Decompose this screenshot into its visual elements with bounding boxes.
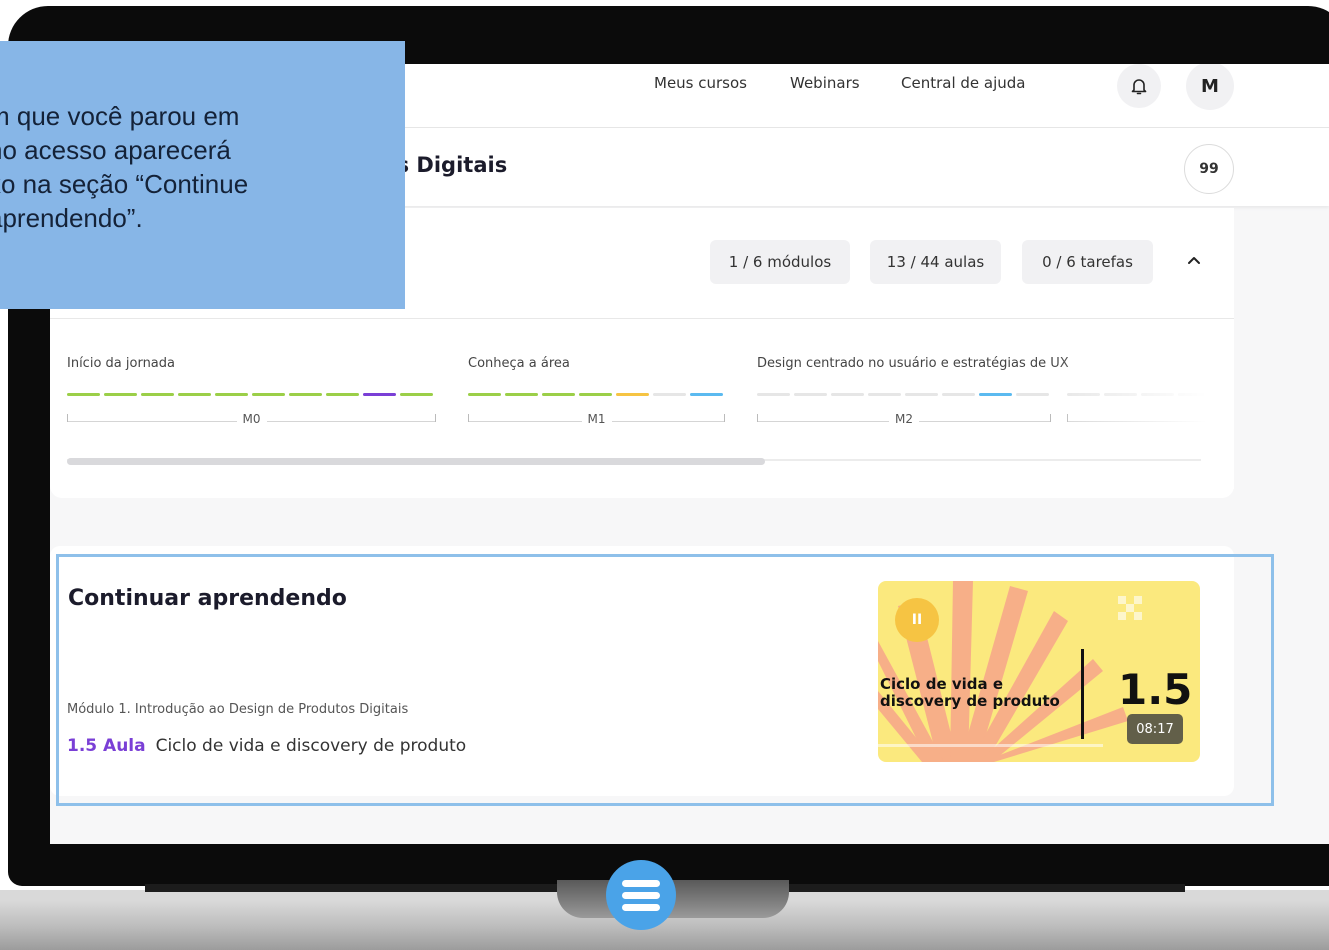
lesson-segment (616, 393, 649, 396)
module-bracket-m0: M0 (67, 412, 436, 426)
lesson-segment (757, 393, 790, 396)
lesson-segment (363, 393, 396, 396)
menu-icon-bar-1 (622, 879, 660, 887)
module-bracket-m2: M2 (757, 412, 1051, 426)
lesson-segment (794, 393, 827, 396)
lesson-segment (252, 393, 285, 396)
lesson-segment (141, 393, 174, 396)
nav-link-webinars[interactable]: Webinars (790, 74, 860, 92)
lesson-segment (868, 393, 901, 396)
lesson-segment (104, 393, 137, 396)
module-label-m0: Início da jornada (67, 356, 175, 371)
lessons-stat: 13 / 44 aulas (870, 240, 1001, 284)
menu-icon-bar-2 (622, 891, 660, 899)
lesson-segment (215, 393, 248, 396)
nav-link-central-de-ajuda[interactable]: Central de ajuda (901, 74, 1025, 92)
avatar-initial: M (1201, 75, 1219, 97)
lesson-segment (326, 393, 359, 396)
lesson-segment (178, 393, 211, 396)
lesson-segment (289, 393, 322, 396)
lesson-segment (505, 393, 538, 396)
lesson-segment (653, 393, 686, 396)
lesson-segment (542, 393, 575, 396)
lesson-segment (400, 393, 433, 396)
module-label-m1: Conheça a área (468, 356, 570, 371)
module-label-m2: Design centrado no usuário e estratégias… (757, 356, 1069, 371)
lesson-segment (942, 393, 975, 396)
highlight-frame (56, 554, 1274, 806)
lesson-segment (1016, 393, 1049, 396)
module-bracket-m1: M1 (468, 412, 725, 426)
menu-icon-bar-3 (622, 903, 660, 911)
quote-icon: 99 (1199, 161, 1219, 177)
user-avatar-button[interactable]: M (1186, 64, 1234, 110)
module-code-m1: M1 (581, 412, 612, 426)
bell-icon (1131, 79, 1147, 95)
lesson-segment (690, 393, 723, 396)
scroll-fade (1050, 319, 1234, 489)
chevron-up-icon[interactable] (1182, 248, 1206, 272)
tasks-stat: 0 / 6 tarefas (1022, 240, 1153, 284)
nav-link-meus-cursos[interactable]: Meus cursos (654, 74, 747, 92)
quote-button[interactable]: 99 (1184, 144, 1234, 194)
lesson-segment (905, 393, 938, 396)
menu-button[interactable] (606, 860, 676, 930)
lesson-segment (67, 393, 100, 396)
module-code-m2: M2 (889, 412, 919, 426)
module-code-m0: M0 (236, 412, 267, 426)
instruction-tooltip: m que você parou em no acesso aparecerá … (0, 41, 405, 309)
lesson-segment (831, 393, 864, 396)
notifications-button[interactable] (1117, 64, 1161, 108)
modules-stat: 1 / 6 módulos (710, 240, 850, 284)
lesson-segment (979, 393, 1012, 396)
lesson-segment (579, 393, 612, 396)
lesson-segment (468, 393, 501, 396)
tooltip-text: m que você parou em no acesso aparecerá … (0, 101, 249, 233)
horizontal-scrollbar[interactable] (67, 458, 765, 465)
